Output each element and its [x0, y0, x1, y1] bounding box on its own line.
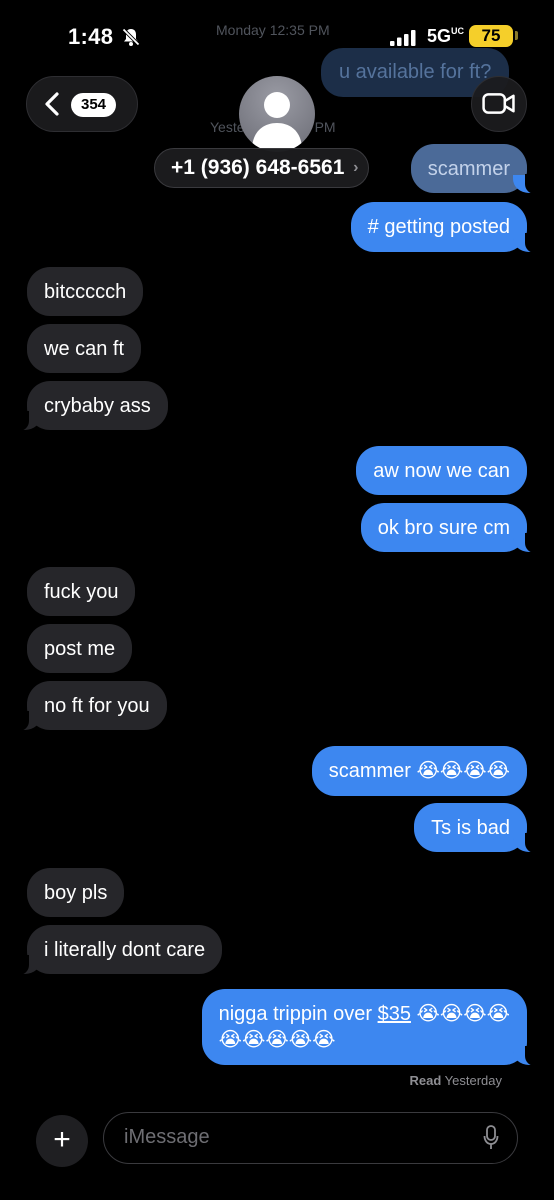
contact-name-button[interactable]: +1 (936) 648-6561 ›: [154, 148, 370, 188]
incoming-message[interactable]: fuck you: [27, 567, 136, 616]
battery-icon: 75: [469, 25, 513, 47]
message-input-placeholder: iMessage: [124, 1126, 210, 1148]
incoming-message[interactable]: bitccccch: [27, 267, 144, 316]
outgoing-message[interactable]: ok bro sure cm: [360, 503, 538, 553]
video-icon: [482, 93, 515, 114]
incoming-message[interactable]: no ft for you: [17, 681, 167, 731]
signal-icon: [390, 30, 416, 46]
person-icon: [252, 92, 302, 148]
outgoing-message[interactable]: nigga trippin over $35 😭😭😭😭 😭😭😭😭😭: [201, 989, 538, 1066]
outgoing-message[interactable]: scammer 😭😭😭😭: [311, 746, 527, 796]
plus-button[interactable]: +: [36, 1115, 88, 1167]
chevron-left-icon: [45, 92, 59, 116]
incoming-message[interactable]: we can ft: [27, 324, 142, 373]
video-call-button[interactable]: [471, 76, 527, 132]
outgoing-message[interactable]: # getting posted: [350, 202, 538, 253]
message-text: nigga trippin over $35 😭😭😭😭 😭😭😭😭😭: [218, 1003, 510, 1051]
amount-link[interactable]: $35: [378, 1003, 411, 1025]
unread-count-badge: 354: [71, 93, 117, 117]
network-label: 5GUC: [427, 26, 465, 46]
incoming-message[interactable]: crybaby ass: [17, 381, 168, 431]
message-input[interactable]: iMessage: [103, 1112, 518, 1164]
outgoing-message[interactable]: Ts is bad: [414, 803, 537, 853]
status-time: 1:48: [68, 24, 114, 49]
faded-timestamp: Monday 12:35 PM: [216, 22, 330, 38]
read-receipt: Read Yesterday: [409, 1073, 502, 1088]
mic-icon[interactable]: [483, 1125, 499, 1151]
network-suffix: UC: [451, 26, 465, 36]
contact-avatar[interactable]: [239, 76, 315, 152]
outgoing-message[interactable]: scammer: [410, 144, 538, 194]
battery-tip: [515, 31, 518, 40]
incoming-message[interactable]: post me: [27, 624, 133, 673]
incoming-message[interactable]: i literally dont care: [16, 925, 223, 975]
chevron-right-icon: ›: [353, 159, 359, 176]
outgoing-message[interactable]: aw now we can: [356, 446, 527, 495]
back-button[interactable]: 354: [26, 76, 138, 132]
bell-slash-icon: [121, 27, 141, 47]
plus-icon: +: [53, 1123, 71, 1156]
contact-name: +1 (936) 648-6561: [171, 156, 345, 179]
incoming-message[interactable]: boy pls: [27, 868, 125, 917]
